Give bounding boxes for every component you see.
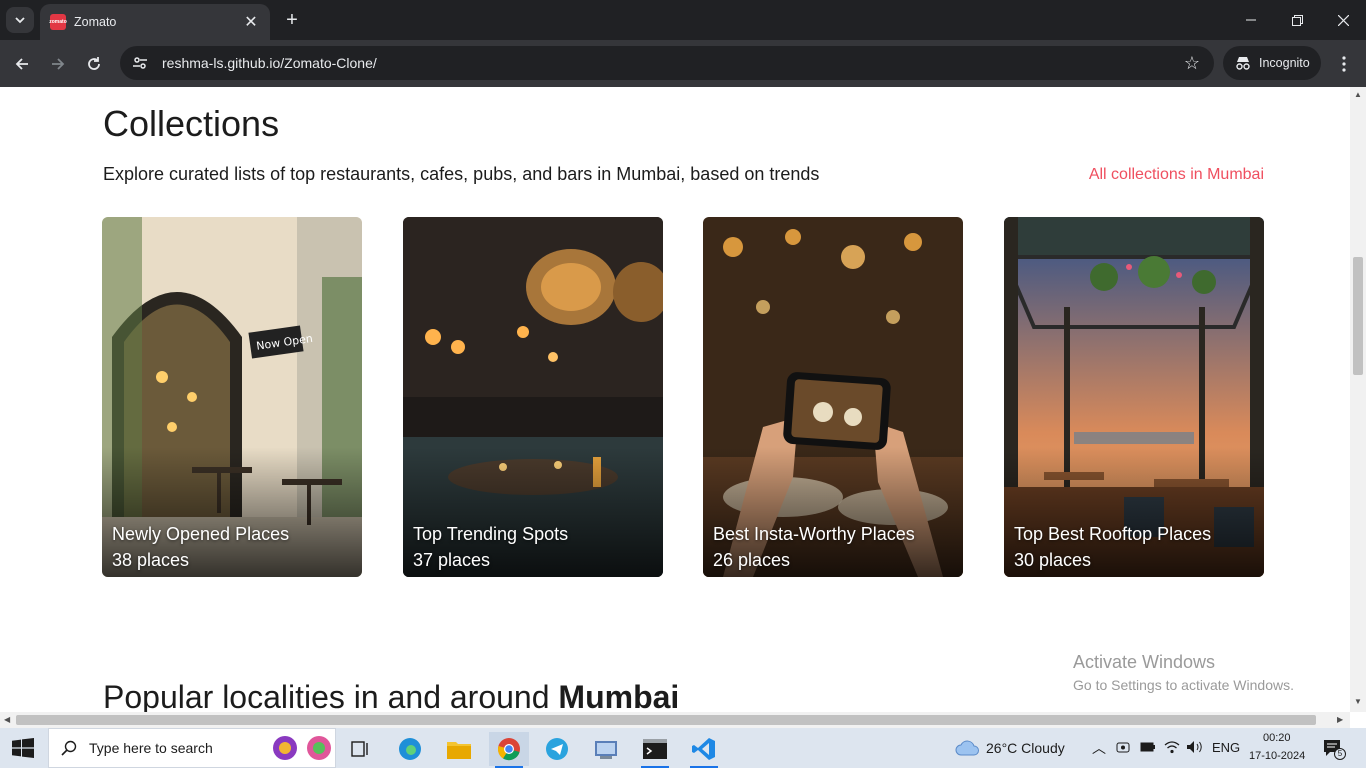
card-count: 30 places — [1014, 550, 1092, 570]
card-title: Top Best Rooftop Places — [1014, 524, 1212, 544]
edge-icon — [399, 738, 421, 760]
terminal-app[interactable] — [635, 732, 675, 768]
reload-icon — [88, 57, 100, 70]
taskbar-search-placeholder: Type here to search — [89, 740, 213, 756]
arrow-left-icon — [15, 58, 28, 70]
collection-card[interactable]: Now Open Newly Opened Places 38 places — [102, 217, 362, 577]
collection-card[interactable]: Top Best Rooftop Places 30 places — [1004, 217, 1264, 577]
watermark-line1: Activate Windows — [1073, 652, 1216, 672]
arrow-right-icon — [52, 58, 65, 70]
notification-count-badge: 5 — [1334, 748, 1346, 760]
clock-date[interactable]: 17-10-2024 — [1249, 750, 1305, 762]
activate-windows-watermark: Activate Windows Go to Settings to activ… — [1073, 652, 1294, 693]
minimize-button[interactable] — [1228, 0, 1274, 40]
wifi-icon[interactable] — [1164, 740, 1180, 754]
restore-icon — [1291, 14, 1303, 26]
tab-title: Zomato — [74, 15, 117, 29]
tab-search-button[interactable] — [6, 7, 34, 33]
browser-tab[interactable]: zomato Zomato ✕ — [40, 4, 270, 40]
tab-close-icon[interactable]: ✕ — [242, 12, 260, 32]
search-icon — [61, 740, 77, 756]
close-icon — [1337, 14, 1349, 26]
restore-button[interactable] — [1274, 0, 1320, 40]
task-view-icon — [351, 741, 368, 757]
vscode-app[interactable] — [684, 732, 724, 768]
card-title: Best Insta-Worthy Places — [713, 524, 915, 544]
zomato-favicon-icon: zomato — [49, 14, 67, 30]
chevron-up-icon[interactable]: ︿ — [1092, 738, 1106, 758]
watermark-line2: Go to Settings to activate Windows. — [1073, 677, 1294, 693]
horizontal-scroll-thumb[interactable] — [16, 715, 1316, 725]
telegram-icon — [546, 738, 568, 760]
browser-menu-button[interactable] — [1330, 50, 1358, 78]
all-collections-link[interactable]: All collections in Mumbai — [1089, 166, 1264, 184]
weather-text[interactable]: 26°C Cloudy — [986, 740, 1065, 756]
browser-tab-bar: zomato Zomato ✕ + — [0, 0, 1366, 40]
address-bar[interactable]: reshma-ls.github.io/Zomato-Clone/ ☆ — [120, 46, 1214, 80]
scroll-up-icon[interactable]: ▲ — [1354, 90, 1362, 99]
card-title: Newly Opened Places — [112, 524, 290, 544]
task-view-button[interactable] — [340, 732, 380, 766]
edge-app[interactable] — [390, 732, 430, 766]
favicon-text: zomato — [49, 19, 67, 25]
windows-taskbar: Type here to search 26°C Cloudy ︿ ENG 00… — [0, 728, 1366, 768]
incognito-indicator[interactable]: Incognito — [1223, 46, 1321, 80]
telegram-app[interactable] — [537, 732, 577, 766]
bookmark-star-icon[interactable]: ☆ — [1184, 53, 1200, 74]
scroll-down-icon[interactable]: ▼ — [1354, 697, 1362, 706]
forward-button[interactable] — [44, 50, 72, 78]
cloud-icon[interactable] — [955, 740, 979, 756]
back-button[interactable] — [8, 50, 36, 78]
incognito-icon — [1236, 57, 1250, 70]
collections-subtitle: Explore curated lists of top restaurants… — [103, 164, 820, 184]
control-panel-app[interactable] — [586, 732, 626, 766]
card-count: 26 places — [713, 550, 791, 570]
language-indicator[interactable]: ENG — [1212, 740, 1240, 755]
notification-center-button[interactable]: 5 — [1322, 738, 1346, 760]
browser-toolbar: reshma-ls.github.io/Zomato-Clone/ ☆ Inco… — [0, 40, 1366, 87]
chrome-icon — [497, 738, 520, 761]
meet-now-icon[interactable] — [1116, 740, 1130, 756]
card-title: Top Trending Spots — [413, 524, 569, 544]
clock-time[interactable]: 00:20 — [1263, 732, 1291, 744]
taskbar-search-box[interactable]: Type here to search — [48, 728, 336, 768]
collections-title: Collections — [103, 103, 280, 144]
localities-heading: Popular localities in and around Mumbai — [103, 679, 679, 712]
scroll-right-icon[interactable]: ▶ — [1337, 715, 1343, 724]
collection-card[interactable]: Top Trending Spots 37 places — [403, 217, 663, 577]
diwali-rangoli-icon — [273, 736, 331, 760]
localities-heading-prefix: Popular localities in and around — [103, 679, 559, 712]
vertical-scroll-thumb[interactable] — [1353, 257, 1363, 375]
minimize-icon — [1246, 19, 1256, 21]
folder-icon — [447, 742, 471, 759]
close-window-button[interactable] — [1320, 0, 1366, 40]
localities-city: Mumbai — [558, 679, 680, 712]
url-text[interactable]: reshma-ls.github.io/Zomato-Clone/ — [162, 55, 1184, 71]
new-tab-button[interactable]: + — [280, 8, 304, 32]
speaker-icon[interactable] — [1186, 740, 1204, 754]
file-explorer-app[interactable] — [439, 732, 479, 766]
page-viewport: Collections Explore curated lists of top… — [0, 87, 1350, 712]
chevron-down-icon — [15, 17, 25, 24]
more-vert-icon — [1342, 56, 1346, 72]
horizontal-scrollbar[interactable]: ◀ ▶ — [0, 712, 1350, 728]
chrome-app[interactable] — [489, 732, 529, 768]
site-settings-icon[interactable] — [132, 55, 148, 71]
battery-icon[interactable] — [1140, 741, 1156, 753]
control-panel-icon — [595, 741, 617, 759]
incognito-label: Incognito — [1259, 56, 1310, 70]
card-count: 37 places — [413, 550, 491, 570]
terminal-icon — [643, 739, 667, 759]
windows-start-icon[interactable] — [12, 738, 34, 758]
vertical-scrollbar[interactable]: ▲ ▼ — [1350, 87, 1366, 712]
reload-button[interactable] — [80, 50, 108, 78]
scroll-left-icon[interactable]: ◀ — [4, 715, 10, 724]
card-count: 38 places — [112, 550, 190, 570]
vscode-icon — [692, 738, 715, 760]
collection-card[interactable]: Best Insta-Worthy Places 26 places — [703, 217, 963, 577]
